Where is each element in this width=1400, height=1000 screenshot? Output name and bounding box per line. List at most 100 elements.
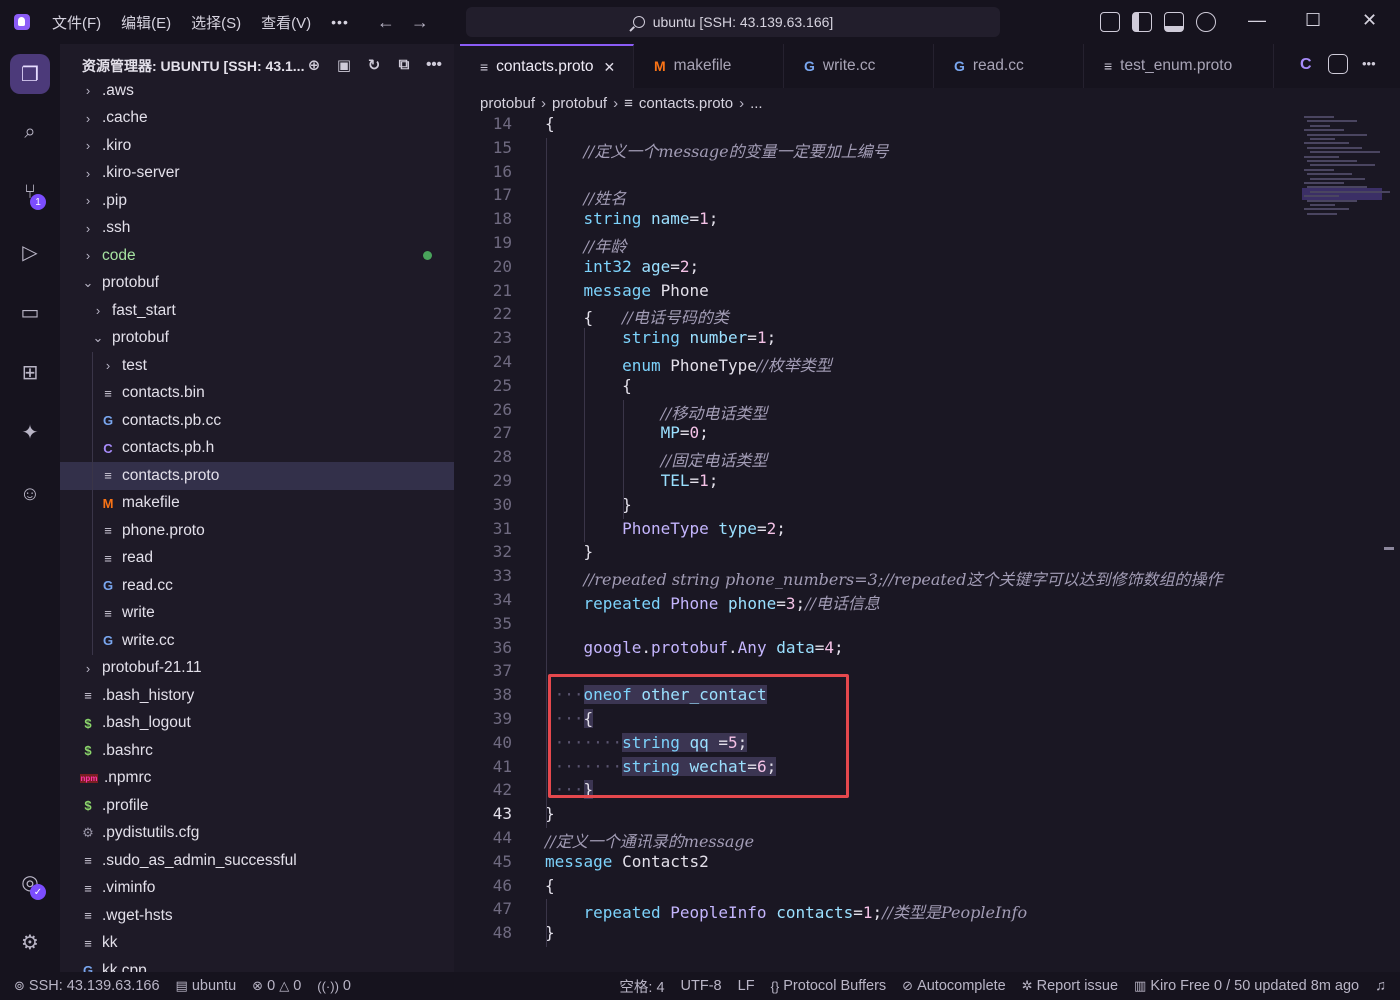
tab-makefile[interactable]: Mmakefile xyxy=(634,44,784,88)
tree-folder[interactable]: › .kiro xyxy=(60,132,454,160)
tree-file[interactable]: npm .npmrc xyxy=(60,765,454,793)
notifications-icon[interactable]: ♫ xyxy=(1375,978,1386,994)
chat-icon[interactable] xyxy=(1196,12,1216,32)
eol-status[interactable]: LF xyxy=(738,978,755,994)
editor-more-icon[interactable]: ••• xyxy=(1362,56,1376,71)
tree-file[interactable]: ≡ phone.proto xyxy=(60,517,454,545)
code-editor[interactable]: 14 {15 //定义一个message的变量一定要加上编号 16 17 //姓名 18… xyxy=(460,112,1380,947)
account-icon[interactable]: ◎ ✓ xyxy=(10,862,50,902)
kiro-icon[interactable]: ✦ xyxy=(10,412,50,452)
indentation-status[interactable]: 空格: 4 xyxy=(619,976,664,997)
host-status[interactable]: ▤ ubuntu xyxy=(176,978,237,994)
tree-folder[interactable]: › .pip xyxy=(60,187,454,215)
refresh-icon[interactable]: ↻ xyxy=(364,56,384,76)
maximize-icon[interactable]: ☐ xyxy=(1305,10,1321,31)
tree-folder[interactable]: ⌄ protobuf xyxy=(60,270,454,298)
split-editor-icon[interactable] xyxy=(1328,54,1348,74)
tree-file[interactable]: ≡ .wget-hsts xyxy=(60,902,454,930)
remote-status[interactable]: ⊚ SSH: 43.139.63.166 xyxy=(14,978,160,994)
language-status[interactable]: {} Protocol Buffers xyxy=(771,978,887,994)
menu-more-button[interactable]: ••• xyxy=(331,14,349,30)
collapse-all-icon[interactable]: ⧉ xyxy=(394,56,414,76)
tree-file[interactable]: ≡ .viminfo xyxy=(60,875,454,903)
tree-file[interactable]: ≡ .bash_history xyxy=(60,682,454,710)
new-folder-icon[interactable]: ▣ xyxy=(334,56,354,76)
tree-folder[interactable]: ⌄ protobuf xyxy=(60,325,454,353)
toggle-sidebar-icon[interactable] xyxy=(1132,12,1152,32)
menu-selection[interactable]: 选择(S) xyxy=(191,12,241,33)
new-file-icon[interactable]: ⊕ xyxy=(304,56,324,76)
search-icon[interactable]: ⌕ xyxy=(10,112,50,152)
breadcrumb-item[interactable]: ... xyxy=(750,95,763,112)
tree-folder[interactable]: › protobuf-21.11 xyxy=(60,655,454,683)
line-number: 27 xyxy=(492,423,512,443)
minimap-line xyxy=(1307,160,1357,162)
tree-file[interactable]: Gkk.cpp xyxy=(60,957,454,972)
tab-test-enum-proto[interactable]: ≡ test_enum.proto xyxy=(1084,44,1274,88)
tree-file[interactable]: ≡ contacts.bin xyxy=(60,379,454,407)
breadcrumb-item[interactable]: contacts.proto xyxy=(639,95,733,112)
tree-folder[interactable]: › .ssh xyxy=(60,215,454,243)
tree-folder[interactable]: › .kiro-server xyxy=(60,160,454,188)
tree-file[interactable]: $ .bash_logout xyxy=(60,710,454,738)
line-number: 15 xyxy=(492,137,512,157)
tree-file[interactable]: ≡ contacts.proto xyxy=(60,462,454,490)
toggle-panel-icon[interactable] xyxy=(1164,12,1184,32)
breadcrumb-item[interactable]: protobuf xyxy=(480,95,535,112)
kiro-usage-status[interactable]: ▥ Kiro Free 0 / 50 updated 8m ago xyxy=(1134,978,1359,994)
back-arrow-icon[interactable]: ← xyxy=(377,12,395,33)
tree-file[interactable]: Gwrite.cc xyxy=(60,627,454,655)
more-actions-icon[interactable]: ••• xyxy=(424,56,444,76)
command-center-search[interactable]: ubuntu [SSH: 43.139.63.166] xyxy=(466,7,1000,37)
scrollbar-marker[interactable] xyxy=(1384,547,1394,550)
tree-file[interactable]: $ .profile xyxy=(60,792,454,820)
settings-icon[interactable]: ⚙ xyxy=(10,922,50,962)
tab-read-cc[interactable]: Gread.cc xyxy=(934,44,1084,88)
tree-folder[interactable]: › code xyxy=(60,242,454,270)
tree-file[interactable]: Mmakefile xyxy=(60,489,454,517)
chevron-right-icon: › xyxy=(85,193,91,209)
layout-customize-icon[interactable] xyxy=(1100,12,1120,32)
tree-file[interactable]: Ccontacts.pb.h xyxy=(60,434,454,462)
tree-item-label: kk xyxy=(102,934,118,952)
menu-edit[interactable]: 编辑(E) xyxy=(121,12,171,33)
ghost-icon[interactable]: ☺ xyxy=(10,474,50,514)
remote-explorer-icon[interactable]: ▭ xyxy=(10,292,50,332)
code-line: //姓名 xyxy=(583,189,627,209)
minimap[interactable] xyxy=(1300,112,1390,222)
tree-file[interactable]: Gcontacts.pb.cc xyxy=(60,407,454,435)
close-window-icon[interactable]: ✕ xyxy=(1362,10,1377,31)
run-debug-icon[interactable]: ▷ xyxy=(10,232,50,272)
source-control-icon[interactable]: ⑂ 1 xyxy=(10,172,50,212)
tab-overflow-c-icon[interactable]: C xyxy=(1300,56,1312,74)
breadcrumb-item[interactable]: protobuf xyxy=(552,95,607,112)
tree-file[interactable]: ≡ read xyxy=(60,544,454,572)
tree-item-label: .kiro-server xyxy=(102,164,180,182)
menu-view[interactable]: 查看(V) xyxy=(261,12,311,33)
tree-folder[interactable]: › fast_start xyxy=(60,297,454,325)
tab-close-icon[interactable]: ✕ xyxy=(604,59,616,76)
ports-status[interactable]: ((·)) 0 xyxy=(317,978,351,994)
report-issue-status[interactable]: ✲ Report issue xyxy=(1022,978,1118,994)
encoding-status[interactable]: UTF-8 xyxy=(681,978,722,994)
tree-file[interactable]: ≡ kk xyxy=(60,930,454,958)
tree-item-label: .pydistutils.cfg xyxy=(102,824,200,842)
menu-file[interactable]: 文件(F) xyxy=(52,12,101,33)
shell-file-icon: $ xyxy=(84,798,92,814)
minimize-icon[interactable]: — xyxy=(1248,10,1266,31)
tree-folder[interactable]: › .aws xyxy=(60,77,454,105)
tree-file[interactable]: ≡ .sudo_as_admin_successful xyxy=(60,847,454,875)
tree-file[interactable]: ≡ write xyxy=(60,599,454,627)
forward-arrow-icon[interactable]: → xyxy=(411,12,429,33)
problems-status[interactable]: ⊗ 0 △ 0 xyxy=(252,978,301,994)
explorer-icon[interactable]: ❐ xyxy=(10,54,50,94)
tree-folder[interactable]: › test xyxy=(60,352,454,380)
tree-file[interactable]: Gread.cc xyxy=(60,572,454,600)
tree-file[interactable]: $ .bashrc xyxy=(60,737,454,765)
extensions-icon[interactable]: ⊞ xyxy=(10,352,50,392)
tab-contacts-proto[interactable]: ≡ contacts.proto ✕ xyxy=(460,44,634,88)
tree-folder[interactable]: › .cache xyxy=(60,105,454,133)
tab-write-cc[interactable]: Gwrite.cc xyxy=(784,44,934,88)
tree-file[interactable]: ⚙ .pydistutils.cfg xyxy=(60,820,454,848)
autocomplete-status[interactable]: ⊘ Autocomplete xyxy=(902,978,1006,994)
